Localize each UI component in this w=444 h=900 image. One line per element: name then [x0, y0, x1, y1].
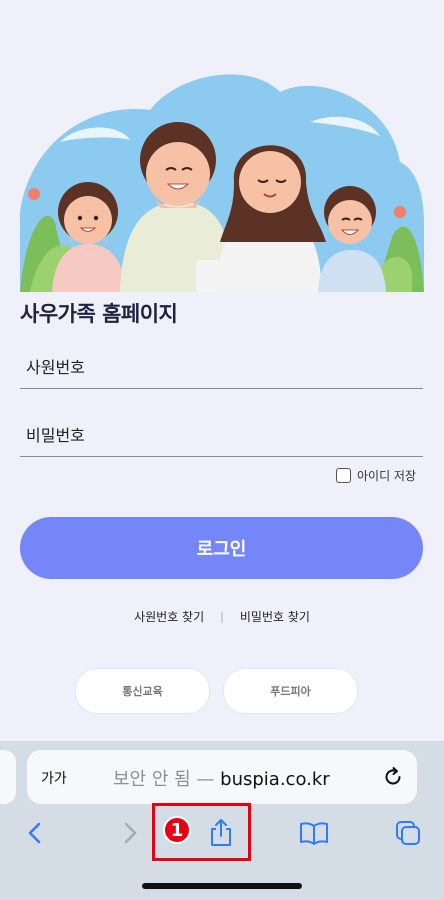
home-indicator[interactable] [142, 883, 302, 889]
find-links: 사원번호 찾기 | 비밀번호 찾기 [0, 608, 444, 625]
hero-family-illustration [20, 74, 424, 292]
employee-id-field[interactable]: 사원번호 [20, 348, 423, 389]
employee-id-placeholder: 사원번호 [26, 358, 85, 377]
bookmarks-icon[interactable] [299, 818, 329, 848]
address-bar[interactable]: 가가 보안 안 됨 — buspia.co.kr [27, 750, 417, 804]
previous-tab-edge[interactable] [0, 750, 16, 804]
link-separator: | [220, 610, 224, 623]
forward-icon[interactable] [115, 818, 145, 848]
password-field[interactable]: 비밀번호 [20, 416, 423, 457]
remember-id-checkbox[interactable] [335, 468, 351, 483]
page-title: 사우가족 홈페이지 [20, 302, 178, 326]
reload-icon[interactable] [381, 765, 405, 789]
url-separator: — [196, 769, 215, 790]
back-icon[interactable] [20, 818, 50, 848]
login-button[interactable]: 로그인 [20, 517, 423, 579]
find-password-link[interactable]: 비밀번호 찾기 [240, 608, 310, 625]
find-employee-id-link[interactable]: 사원번호 찾기 [134, 608, 204, 625]
remember-id-toggle[interactable]: 아이디 저장 [335, 467, 416, 484]
password-placeholder: 비밀번호 [26, 426, 85, 445]
quick-link-foodpia-button[interactable]: 푸드피아 [223, 668, 358, 714]
text-size-button[interactable]: 가가 [41, 768, 67, 788]
domain-text: buspia.co.kr [220, 769, 330, 790]
remember-id-label: 아이디 저장 [356, 469, 416, 483]
step-badge: 1 [163, 816, 191, 844]
security-label: 보안 안 됨 [113, 769, 191, 790]
tabs-icon[interactable] [393, 818, 423, 848]
url-display[interactable]: 보안 안 됨 — buspia.co.kr [113, 765, 330, 791]
quick-link-education-button[interactable]: 통신교육 [75, 668, 210, 714]
